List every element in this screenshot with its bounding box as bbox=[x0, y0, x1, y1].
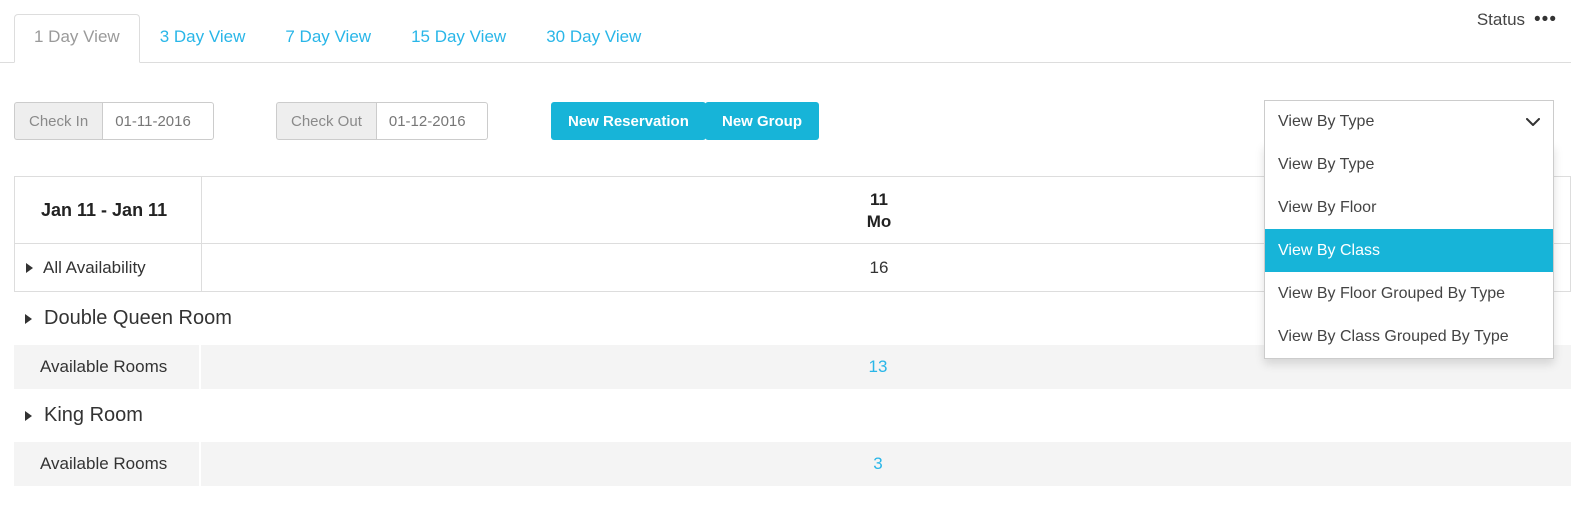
date-range-label: Jan 11 - Jan 11 bbox=[15, 177, 202, 243]
check-out-group: Check Out bbox=[276, 102, 488, 140]
status-label: Status bbox=[1476, 10, 1526, 29]
group-name: King Room bbox=[44, 404, 143, 426]
view-by-option-class-grouped-by-type[interactable]: View By Class Grouped By Type bbox=[1265, 315, 1553, 358]
check-in-group: Check In bbox=[14, 102, 215, 140]
tab-3-day-view[interactable]: 3 Day View bbox=[140, 14, 266, 62]
check-out-label: Check Out bbox=[276, 102, 376, 140]
new-group-button[interactable]: New Group bbox=[705, 102, 820, 140]
view-by-option-list: View By Type View By Floor View By Class… bbox=[1264, 143, 1554, 359]
available-rooms-value[interactable]: 3 bbox=[201, 442, 1555, 486]
caret-right-icon[interactable] bbox=[25, 313, 32, 324]
ellipsis-icon[interactable]: ••• bbox=[1534, 10, 1557, 29]
tab-30-day-view[interactable]: 30 Day View bbox=[526, 14, 661, 62]
available-rooms-values: 3 bbox=[201, 442, 1571, 486]
all-availability-label: All Availability bbox=[43, 257, 146, 277]
day-number: 11 bbox=[870, 189, 888, 209]
check-out-input[interactable] bbox=[375, 102, 488, 140]
view-tabstrip: 1 Day View 3 Day View 7 Day View 15 Day … bbox=[0, 0, 1571, 63]
day-weekday: Mo bbox=[866, 211, 892, 231]
caret-right-icon[interactable] bbox=[25, 410, 32, 421]
all-availability-label-cell[interactable]: All Availability bbox=[15, 244, 202, 291]
status-menu[interactable]: Status ••• bbox=[1477, 10, 1557, 30]
tab-7-day-view[interactable]: 7 Day View bbox=[265, 14, 391, 62]
group-header-king-room[interactable]: King Room bbox=[14, 389, 1571, 442]
view-by-dropdown: View By Type View By Type View By Floor … bbox=[1264, 100, 1554, 359]
view-tabs: 1 Day View 3 Day View 7 Day View 15 Day … bbox=[14, 14, 661, 63]
view-by-option-floor[interactable]: View By Floor bbox=[1265, 186, 1553, 229]
view-by-selected-label: View By Type bbox=[1278, 113, 1375, 130]
group-name: Double Queen Room bbox=[44, 307, 232, 329]
availability-calendar-page: 1 Day View 3 Day View 7 Day View 15 Day … bbox=[0, 0, 1571, 505]
chevron-down-icon[interactable] bbox=[1526, 115, 1540, 129]
caret-right-icon[interactable] bbox=[26, 262, 33, 273]
tab-1-day-view[interactable]: 1 Day View bbox=[14, 14, 140, 63]
check-in-label: Check In bbox=[14, 102, 103, 140]
view-by-option-class[interactable]: View By Class bbox=[1265, 229, 1553, 272]
view-by-option-type[interactable]: View By Type bbox=[1265, 143, 1553, 186]
available-rooms-label: Available Rooms bbox=[14, 345, 201, 389]
new-reservation-button[interactable]: New Reservation bbox=[551, 102, 706, 140]
view-by-option-floor-grouped-by-type[interactable]: View By Floor Grouped By Type bbox=[1265, 272, 1553, 315]
view-by-select[interactable]: View By Type bbox=[1264, 100, 1554, 143]
check-in-input[interactable] bbox=[102, 102, 215, 140]
table-row[interactable]: Available Rooms 3 bbox=[14, 442, 1571, 486]
available-rooms-label: Available Rooms bbox=[14, 442, 201, 486]
tab-15-day-view[interactable]: 15 Day View bbox=[391, 14, 526, 62]
